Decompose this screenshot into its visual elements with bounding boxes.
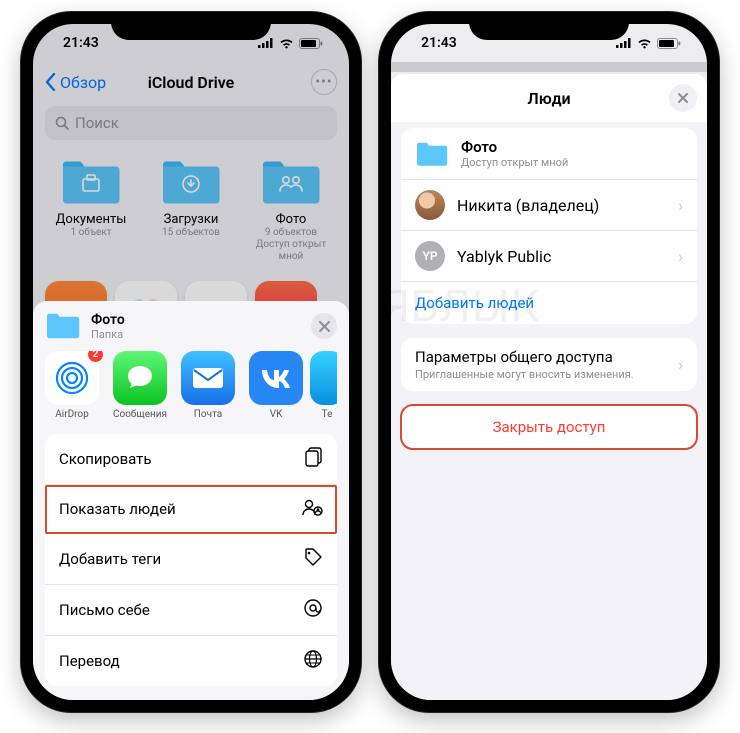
action-label: Скопировать [59, 450, 152, 468]
share-params-title: Параметры общего доступа [415, 348, 683, 366]
share-sheet: Фото Папка 2 AirDrop [33, 301, 349, 700]
airdrop-icon [52, 358, 92, 398]
share-apps-row[interactable]: 2 AirDrop Сообщения Почта [45, 351, 337, 420]
share-sheet-backdrop[interactable]: Фото Папка 2 AirDrop [33, 24, 349, 700]
action-show-people[interactable]: Показать людей [45, 485, 337, 534]
battery-icon [657, 38, 681, 49]
phone-frame-right: 21:43 Люди Фото Доступ открыт мной [379, 12, 719, 712]
share-app-messages[interactable]: Сообщения [113, 351, 167, 420]
messages-icon [122, 360, 158, 396]
chevron-right-icon: › [678, 196, 683, 215]
share-app-label: VK [270, 409, 283, 420]
action-label: Перевод [59, 652, 120, 670]
avatar [415, 190, 445, 220]
folder-icon [45, 311, 81, 341]
action-label: Добавить теги [59, 550, 161, 568]
share-params-card[interactable]: Параметры общего доступа Приглашенные мо… [401, 338, 697, 391]
vk-icon [259, 368, 293, 388]
people-icon [301, 498, 323, 520]
share-app-label: Сообщения [113, 409, 167, 420]
share-app-label: Почта [194, 409, 222, 420]
stop-sharing-card[interactable]: Закрыть доступ [401, 405, 697, 449]
action-mail-self[interactable]: Письмо себе [45, 585, 337, 636]
people-modal-header: Люди [391, 74, 707, 122]
share-app-airdrop[interactable]: 2 AirDrop [45, 351, 99, 420]
close-button[interactable] [311, 313, 337, 339]
mail-icon [191, 366, 225, 390]
screen-right: 21:43 Люди Фото Доступ открыт мной [391, 24, 707, 700]
status-indicators [616, 38, 681, 49]
copy-icon [305, 447, 323, 471]
share-sheet-header: Фото Папка [45, 311, 337, 341]
share-action-list: Скопировать Показать людей Добавить теги… [45, 434, 337, 686]
person-name: Yablyk Public [457, 247, 551, 266]
action-add-tags[interactable]: Добавить теги [45, 534, 337, 585]
close-button[interactable] [669, 84, 697, 112]
action-label: Письмо себе [59, 601, 150, 619]
shared-folder-row: Фото Доступ открыт мной [401, 128, 697, 180]
share-app-label: AirDrop [55, 409, 89, 420]
wifi-icon [637, 38, 652, 49]
airdrop-badge: 2 [87, 351, 104, 363]
sheet-gap [391, 62, 707, 72]
share-app-label: Te [322, 409, 333, 420]
avatar: YP [415, 241, 445, 271]
notch [469, 12, 629, 40]
stop-sharing-label: Закрыть доступ [401, 405, 697, 449]
signal-icon [616, 38, 632, 48]
notch [111, 12, 271, 40]
share-app-mail[interactable]: Почта [181, 351, 235, 420]
phone-frame-left: 21:43 Обзор iCloud Drive ••• Поиск [21, 12, 361, 712]
share-sheet-title: Фото [91, 312, 125, 328]
person-name: Никита (владелец) [457, 196, 599, 215]
tag-icon [303, 547, 323, 571]
share-params-subtitle: Приглашенные могут вносить изменения. [415, 368, 683, 381]
screen-left: 21:43 Обзор iCloud Drive ••• Поиск [33, 24, 349, 700]
shared-folder-subtitle: Доступ открыт мной [461, 156, 568, 169]
share-app-more[interactable]: Te [317, 351, 337, 420]
globe-icon [303, 649, 323, 673]
chevron-right-icon: › [678, 247, 683, 266]
person-row[interactable]: YP Yablyk Public › [401, 231, 697, 282]
share-sheet-subtitle: Папка [91, 328, 125, 341]
chevron-right-icon: › [678, 355, 683, 374]
share-sheet-title-block: Фото Папка [91, 312, 125, 341]
action-translate[interactable]: Перевод [45, 636, 337, 686]
at-icon [303, 598, 323, 622]
folder-icon [415, 140, 449, 168]
people-title: Люди [527, 89, 570, 108]
action-label: Показать людей [59, 500, 176, 518]
close-icon [677, 92, 689, 104]
shared-folder-name: Фото [461, 138, 568, 156]
status-time: 21:43 [421, 35, 457, 51]
people-body: Фото Доступ открыт мной Никита (владелец… [391, 122, 707, 700]
add-people-button[interactable]: Добавить людей [401, 282, 697, 324]
people-main-card: Фото Доступ открыт мной Никита (владелец… [401, 128, 697, 324]
close-icon [319, 321, 330, 332]
action-copy[interactable]: Скопировать [45, 434, 337, 485]
person-row[interactable]: Никита (владелец) › [401, 180, 697, 231]
share-app-vk[interactable]: VK [249, 351, 303, 420]
